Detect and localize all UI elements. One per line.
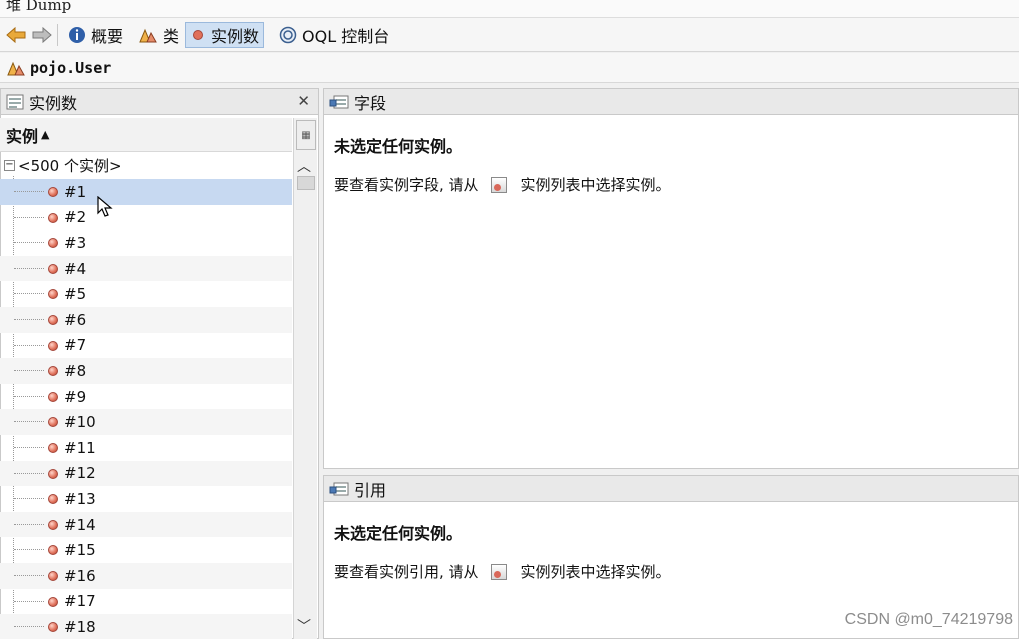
instance-icon — [48, 340, 58, 351]
forward-button[interactable] — [28, 22, 56, 48]
references-message-prefix: 要查看实例引用, 请从 — [334, 563, 479, 581]
list-item[interactable]: #1 — [0, 179, 292, 205]
window-title: 堆 Dump — [6, 0, 72, 14]
instance-list-icon — [6, 94, 24, 109]
fields-message: 要查看实例字段, 请从 实例列表中选择实例。 — [334, 174, 671, 195]
instance-icon — [48, 314, 58, 325]
instance-icon — [48, 289, 58, 300]
instance-icon — [48, 417, 58, 428]
instances-panel-header: 实例数 ✕ — [0, 88, 319, 115]
list-item[interactable]: #8 — [0, 358, 292, 384]
instances-button[interactable]: 实例数 — [185, 22, 265, 48]
instance-icon — [48, 519, 58, 530]
fields-panel-body — [323, 115, 1019, 469]
instances-column-header[interactable]: 实例 ▲ — [0, 118, 292, 152]
instance-icon — [48, 494, 58, 505]
fields-message-suffix: 实例列表中选择实例。 — [520, 176, 671, 194]
collapse-icon[interactable]: − — [4, 160, 15, 171]
instance-icon — [48, 468, 58, 479]
list-item[interactable]: #7 — [0, 333, 292, 359]
scroll-thumb[interactable] — [297, 176, 315, 190]
instance-list-scrollbar[interactable]: ▦ ︿ ﹀ — [293, 118, 317, 639]
column-header-label: 实例 — [6, 126, 39, 146]
instance-icon — [48, 212, 58, 223]
back-button[interactable] — [2, 22, 30, 48]
list-item[interactable]: #16 — [0, 562, 292, 589]
class-name: pojo.User — [30, 58, 112, 77]
instance-icon — [48, 187, 58, 197]
oql-icon — [279, 26, 297, 44]
instance-list: #1 #2 #3 #4 #5 #6 #7 #8 #9 #10 #11 #12 #… — [0, 179, 292, 639]
fields-panel-header: 字段 — [323, 88, 1019, 115]
instance-icon — [48, 596, 58, 607]
toolbar: 概要 类 实例数 OQL 控制台 — [0, 18, 1019, 52]
scroll-up-icon[interactable]: ︿ — [297, 156, 311, 176]
list-item[interactable]: #14 — [0, 511, 292, 538]
references-message-title: 未选定任何实例。 — [334, 524, 463, 543]
oql-console-button[interactable]: OQL 控制台 — [275, 22, 393, 48]
references-panel-title: 引用 — [354, 480, 387, 500]
instance-icon — [48, 442, 58, 453]
list-item[interactable]: #17 — [0, 589, 292, 615]
window-titlebar: 堆 Dump — [0, 0, 1019, 18]
list-item[interactable]: #18 — [0, 614, 292, 639]
mouse-cursor-icon — [97, 196, 113, 217]
column-picker-icon[interactable]: ▦ — [296, 120, 316, 150]
list-item[interactable]: #13 — [0, 486, 292, 512]
instance-icon — [48, 263, 58, 274]
fields-panel-title: 字段 — [354, 93, 387, 113]
list-item[interactable]: #6 — [0, 306, 292, 333]
list-item[interactable]: #12 — [0, 460, 292, 487]
instance-icon — [193, 30, 203, 40]
fields-message-title: 未选定任何实例。 — [334, 137, 463, 156]
list-item[interactable]: #3 — [0, 230, 292, 256]
scroll-down-icon[interactable]: ﹀ — [297, 616, 311, 636]
oql-label: OQL 控制台 — [302, 27, 390, 46]
instances-label: 实例数 — [211, 27, 260, 46]
arrow-left-icon — [6, 26, 26, 44]
classes-button[interactable]: 类 — [134, 22, 183, 48]
list-item[interactable]: #4 — [0, 255, 292, 282]
references-message: 要查看实例引用, 请从 实例列表中选择实例。 — [334, 561, 671, 582]
list-item[interactable]: #9 — [0, 384, 292, 410]
instance-icon — [48, 238, 58, 249]
classes-label: 类 — [163, 27, 180, 46]
toolbar-separator — [57, 24, 58, 46]
references-panel-header: 引用 — [323, 475, 1019, 502]
sort-ascending-icon: ▲ — [41, 128, 50, 141]
class-breadcrumb: pojo.User — [0, 53, 1019, 83]
instance-list-icon — [490, 563, 507, 580]
close-icon[interactable]: ✕ — [297, 92, 310, 110]
list-item[interactable]: #11 — [0, 435, 292, 461]
instance-icon — [48, 570, 58, 581]
references-message-suffix: 实例列表中选择实例。 — [520, 563, 671, 581]
references-icon — [329, 482, 349, 495]
list-item[interactable]: #15 — [0, 537, 292, 563]
class-icon — [7, 61, 25, 75]
instances-panel-title: 实例数 — [29, 93, 78, 113]
class-icon — [139, 28, 157, 43]
root-label: <500 个实例> — [18, 157, 122, 175]
summary-button[interactable]: 概要 — [64, 22, 127, 48]
info-icon — [69, 27, 85, 43]
arrow-right-icon — [32, 26, 52, 44]
fields-message-prefix: 要查看实例字段, 请从 — [334, 176, 479, 194]
instance-list-icon — [490, 176, 507, 193]
instance-icon — [48, 366, 58, 377]
list-item[interactable]: #5 — [0, 281, 292, 307]
instance-icon — [48, 391, 58, 402]
list-item[interactable]: #10 — [0, 409, 292, 435]
summary-label: 概要 — [91, 27, 124, 46]
instance-icon — [48, 622, 58, 633]
fields-icon — [329, 95, 349, 108]
watermark: CSDN @m0_74219798 — [844, 611, 1013, 628]
tree-root-node[interactable]: − <500 个实例> — [0, 153, 292, 178]
instance-icon — [48, 545, 58, 556]
list-item[interactable]: #2 — [0, 205, 292, 231]
